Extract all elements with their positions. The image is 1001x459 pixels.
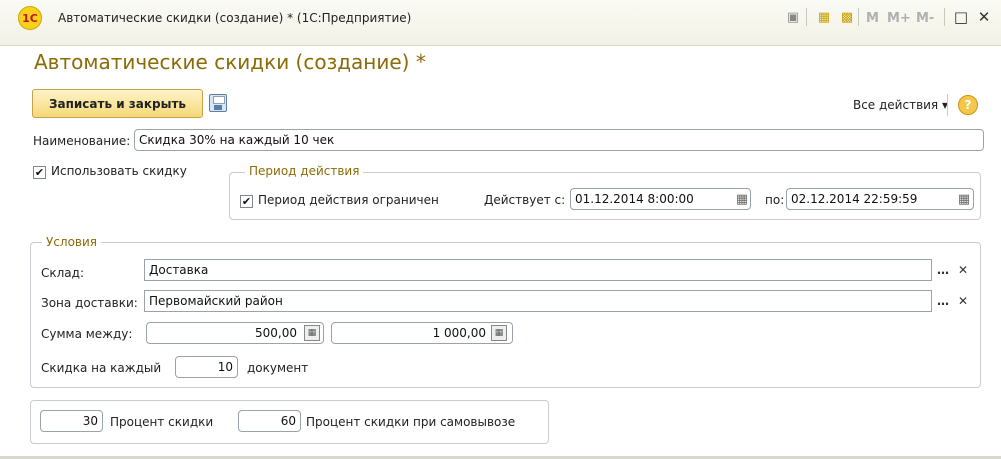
name-label: Наименование: (33, 134, 131, 148)
toolbar-separator (944, 8, 945, 26)
period-from-label: Действует с: (484, 193, 566, 207)
close-icon[interactable]: ✕ (975, 8, 993, 26)
each-input[interactable]: 10 (175, 356, 238, 378)
period-limited-label: Период действия ограничен (258, 193, 439, 207)
sum-label: Сумма между: (41, 327, 133, 341)
sum-to-input[interactable]: 1 000,00 (331, 322, 513, 344)
all-actions-menu[interactable]: Все действия ▾ (853, 98, 948, 112)
app-logo-icon: 1C (18, 6, 42, 30)
zone-clear-icon[interactable]: ✕ (954, 291, 972, 311)
toolbar-separator (947, 94, 948, 116)
calendar-icon[interactable]: ▩ (838, 8, 856, 26)
warehouse-clear-icon[interactable]: ✕ (954, 260, 972, 280)
sum-from-calculator-icon[interactable]: ▦ (304, 325, 320, 341)
period-from-input[interactable]: 01.12.2014 8:00:00 (570, 188, 751, 210)
discount-percent-label: Процент скидки (110, 415, 214, 429)
period-limited-checkbox[interactable]: ✔ (240, 195, 253, 208)
sum-from-input[interactable]: 500,00 (146, 322, 324, 344)
use-discount-checkbox[interactable]: ✔ (33, 166, 46, 179)
zone-input[interactable]: Первомайский район (144, 290, 932, 312)
memory-mplus-button[interactable]: M+ (887, 11, 911, 26)
zone-select-button[interactable]: … (934, 291, 952, 311)
period-to-label: по: (765, 193, 785, 207)
warehouse-select-button[interactable]: … (934, 260, 952, 280)
memory-m-button[interactable]: M (866, 11, 879, 26)
maximize-icon[interactable]: □ (952, 8, 970, 26)
period-to-input[interactable]: 02.12.2014 22:59:59 (786, 188, 974, 210)
discount-percent-input[interactable]: 30 (40, 410, 103, 432)
each-suffix-label: документ (247, 361, 309, 375)
save-and-close-button[interactable]: Записать и закрыть (32, 89, 203, 118)
help-icon[interactable]: ? (958, 95, 978, 115)
period-group-title: Период действия (245, 164, 364, 178)
pickup-percent-label: Процент скидки при самовывозе (306, 415, 516, 429)
conditions-group-title: Условия (42, 235, 102, 249)
memory-mminus-button[interactable]: M- (916, 11, 934, 26)
toolbar-separator (806, 8, 807, 26)
warehouse-label: Склад: (41, 266, 84, 280)
zone-label: Зона доставки: (41, 296, 138, 310)
window-title: Автоматические скидки (создание) * (1С:П… (58, 11, 412, 25)
period-to-calendar-icon[interactable]: ▦ (955, 189, 973, 209)
name-input[interactable]: Скидка 30% на каждый 10 чек (134, 129, 984, 151)
toolbar-separator (858, 8, 859, 26)
period-from-calendar-icon[interactable]: ▦ (733, 189, 751, 209)
calculator-icon[interactable]: ▦ (815, 8, 833, 26)
pickup-percent-input[interactable]: 60 (238, 410, 301, 432)
form-title: Автоматические скидки (создание) * (34, 50, 426, 74)
sum-to-calculator-icon[interactable]: ▦ (491, 325, 507, 341)
page-icon[interactable]: ▣ (784, 8, 802, 26)
each-label: Скидка на каждый (41, 361, 162, 375)
save-icon[interactable] (209, 94, 227, 112)
warehouse-input[interactable]: Доставка (144, 259, 932, 281)
use-discount-label: Использовать скидку (51, 164, 187, 178)
